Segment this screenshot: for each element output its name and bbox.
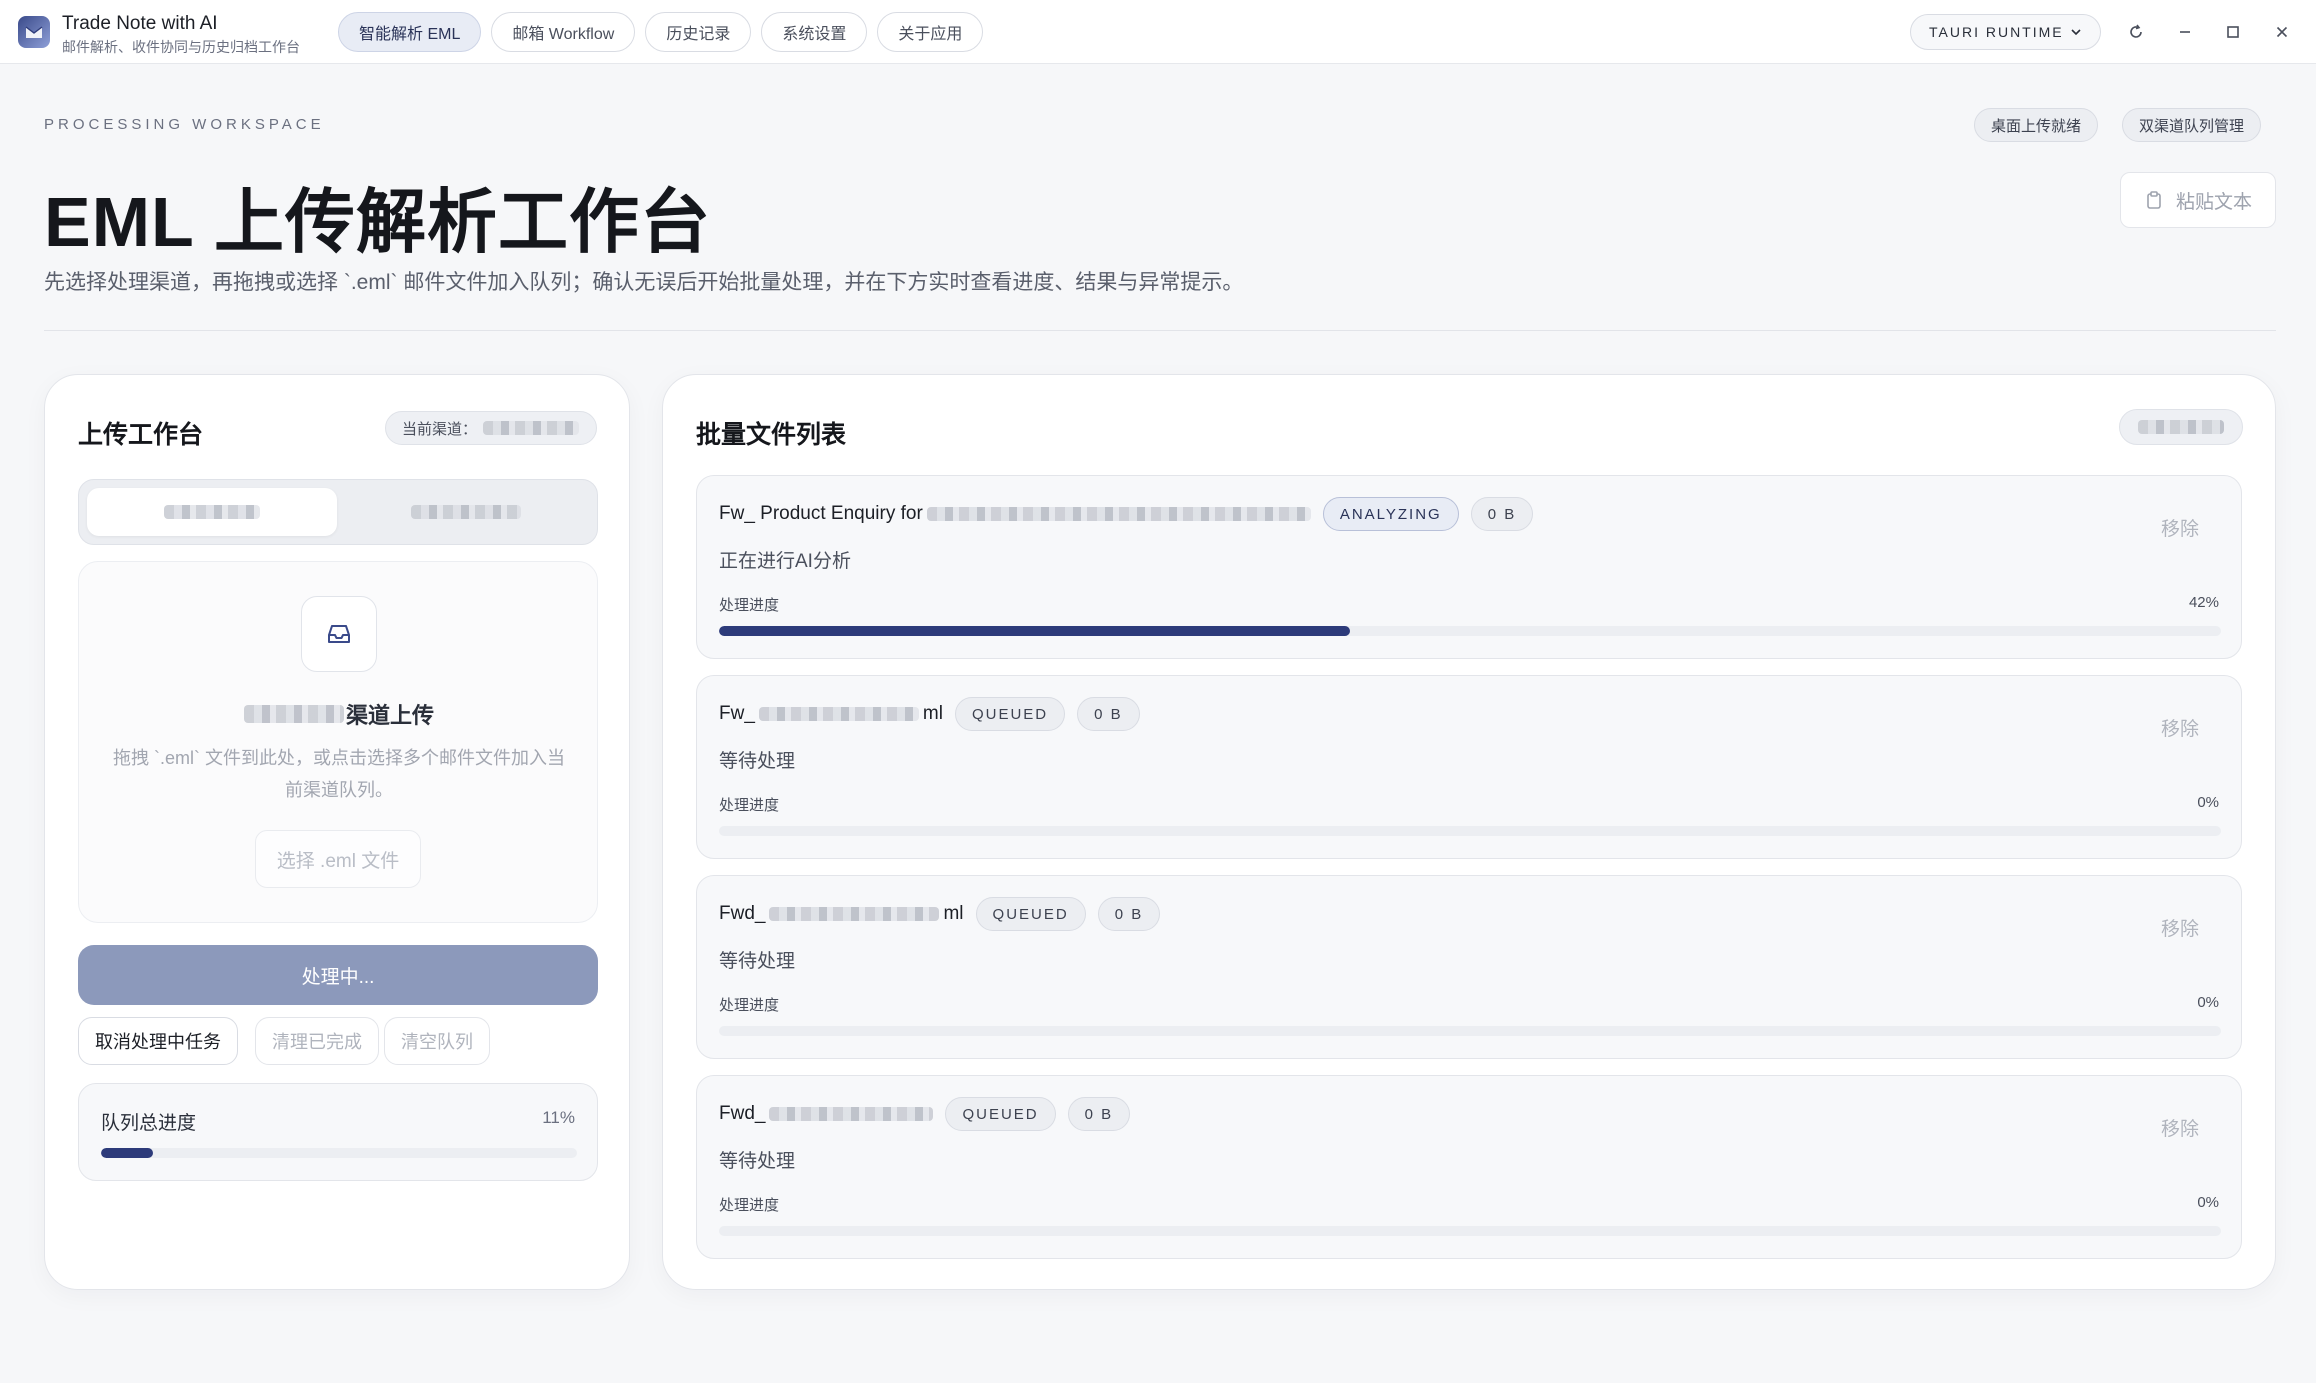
runtime-label: TAURI RUNTIME — [1929, 24, 2064, 40]
progress-track — [719, 826, 2221, 836]
redacted-file-name — [926, 507, 1311, 521]
clear-completed-button[interactable]: 清理已完成 — [255, 1017, 379, 1065]
channel-tab-2[interactable] — [341, 488, 591, 536]
progress-track — [719, 1226, 2221, 1236]
upload-panel-title: 上传工作台 — [78, 421, 204, 449]
progress-track — [719, 1026, 2221, 1036]
clipboard-icon — [2147, 191, 2161, 209]
status-chip-dual-channel: 双渠道队列管理 — [2122, 108, 2262, 142]
chevron-down-icon — [2071, 29, 2081, 36]
size-badge: 0 B — [1067, 1097, 1131, 1131]
redacted-file-count — [2138, 420, 2224, 434]
size-badge: 0 B — [1470, 497, 1534, 531]
progress-track — [719, 626, 2221, 636]
progress-label: 处理进度 — [719, 997, 780, 1014]
file-card: Fwd_ QUEUED 0 B 等待处理 处理进度 0% 移除 — [696, 1075, 2242, 1259]
current-channel-label: 当前渠道： — [402, 420, 478, 438]
queue-progress-track — [101, 1148, 577, 1158]
nav-history[interactable]: 历史记录 — [645, 12, 752, 52]
remove-file-button[interactable]: 移除 — [2161, 714, 2199, 741]
progress-percent: 0% — [2197, 1194, 2219, 1211]
upload-panel: 上传工作台 当前渠道： 渠道上传 拖拽 `.eml` 文件到此处，或点击选择多个… — [44, 374, 630, 1290]
progress-percent: 0% — [2197, 994, 2219, 1011]
redacted-channel-tab-label — [411, 505, 521, 519]
nav-mailbox-workflow[interactable]: 邮箱 Workflow — [491, 12, 636, 52]
file-name: Fw_ ml — [719, 703, 943, 724]
file-card: Fw_ Product Enquiry for ANALYZING 0 B 正在… — [696, 475, 2242, 659]
status-badge: ANALYZING — [1322, 497, 1459, 531]
redacted-file-name — [769, 907, 940, 921]
page-description: 先选择处理渠道，再拖拽或选择 `.eml` 邮件文件加入队列；确认无误后开始批量… — [44, 271, 1244, 294]
status-badge: QUEUED — [975, 897, 1086, 931]
channel-tab-1[interactable] — [87, 488, 337, 536]
file-name: Fwd_ — [719, 1103, 934, 1125]
current-channel-badge: 当前渠道： — [385, 411, 597, 445]
redacted-channel-name — [243, 705, 344, 723]
progress-label: 处理进度 — [719, 1197, 780, 1214]
eml-drop-zone[interactable]: 渠道上传 拖拽 `.eml` 文件到此处，或点击选择多个邮件文件加入当前渠道队列… — [78, 561, 598, 923]
file-status-text: 等待处理 — [719, 951, 796, 972]
progress-label: 处理进度 — [719, 797, 780, 814]
file-count-badge — [2119, 409, 2243, 445]
clear-queue-button[interactable]: 清空队列 — [384, 1017, 490, 1065]
drop-zone-title-text: 渠道上传 — [345, 703, 434, 728]
batch-file-panel: 批量文件列表 Fw_ Product Enquiry for ANALYZING… — [662, 374, 2276, 1290]
file-status-text: 等待处理 — [719, 1151, 796, 1172]
cancel-processing-button[interactable]: 取消处理中任务 — [78, 1017, 238, 1065]
redacted-channel-name — [483, 421, 580, 435]
select-eml-button[interactable]: 选择 .eml 文件 — [255, 830, 421, 888]
app-name: Trade Note with AI — [62, 13, 218, 34]
file-card: Fwd_ ml QUEUED 0 B 等待处理 处理进度 0% 移除 — [696, 875, 2242, 1059]
drop-zone-title: 渠道上传 — [79, 698, 599, 730]
page-eyebrow: PROCESSING WORKSPACE — [44, 116, 325, 133]
progress-percent: 42% — [2188, 594, 2219, 611]
redacted-file-name — [769, 1107, 934, 1121]
runtime-selector[interactable]: TAURI RUNTIME — [1910, 14, 2101, 50]
size-badge: 0 B — [1097, 897, 1161, 931]
queue-total-label: 队列总进度 — [101, 1113, 197, 1134]
drop-zone-hint: 拖拽 `.eml` 文件到此处，或点击选择多个邮件文件加入当前渠道队列。 — [113, 748, 565, 800]
app-logo-icon — [18, 16, 50, 48]
redacted-channel-tab-label — [164, 505, 260, 519]
refresh-icon[interactable] — [2122, 18, 2150, 46]
nav-settings[interactable]: 系统设置 — [761, 12, 868, 52]
main-nav: 智能解析 EML 邮箱 Workflow 历史记录 系统设置 关于应用 — [338, 12, 984, 52]
nav-smart-parse[interactable]: 智能解析 EML — [338, 12, 482, 52]
size-badge: 0 B — [1077, 697, 1140, 731]
redacted-file-name — [758, 707, 919, 721]
app-subtitle: 邮件解析、收件协同与历史归档工作台 — [62, 39, 300, 55]
progress-percent: 0% — [2197, 794, 2219, 811]
progress-label: 处理进度 — [719, 597, 780, 614]
remove-file-button[interactable]: 移除 — [2161, 1114, 2199, 1141]
file-card: Fw_ ml QUEUED 0 B 等待处理 处理进度 0% 移除 — [696, 675, 2242, 859]
status-badge: QUEUED — [945, 1097, 1056, 1131]
queue-total-progress: 队列总进度 11% — [78, 1083, 598, 1181]
paste-text-button[interactable]: 粘贴文本 — [2120, 172, 2276, 228]
paste-text-label: 粘贴文本 — [2175, 191, 2252, 213]
title-bar: Trade Note with AI 邮件解析、收件协同与历史归档工作台 智能解… — [0, 0, 2316, 64]
progress-fill — [719, 626, 1350, 636]
batch-panel-title: 批量文件列表 — [696, 421, 847, 449]
file-status-text: 正在进行AI分析 — [719, 551, 851, 572]
nav-about[interactable]: 关于应用 — [877, 12, 984, 52]
file-status-text: 等待处理 — [719, 751, 796, 772]
process-button[interactable]: 处理中... — [78, 945, 598, 1005]
file-name: Fw_ Product Enquiry for — [719, 503, 1311, 525]
queue-total-percent: 11% — [542, 1108, 575, 1127]
queue-progress-fill — [101, 1148, 154, 1158]
remove-file-button[interactable]: 移除 — [2161, 514, 2199, 541]
file-name: Fwd_ ml — [719, 903, 964, 924]
remove-file-button[interactable]: 移除 — [2161, 914, 2199, 941]
minimize-icon[interactable] — [2171, 18, 2199, 46]
page-title: EML 上传解析工作台 — [44, 183, 711, 261]
status-badge: QUEUED — [954, 697, 1066, 731]
inbox-icon — [301, 596, 377, 672]
maximize-icon[interactable] — [2219, 18, 2247, 46]
channel-switcher — [78, 479, 598, 545]
status-chip-upload-ready: 桌面上传就绪 — [1974, 108, 2099, 142]
close-icon[interactable] — [2268, 18, 2296, 46]
header-divider — [44, 330, 2276, 331]
